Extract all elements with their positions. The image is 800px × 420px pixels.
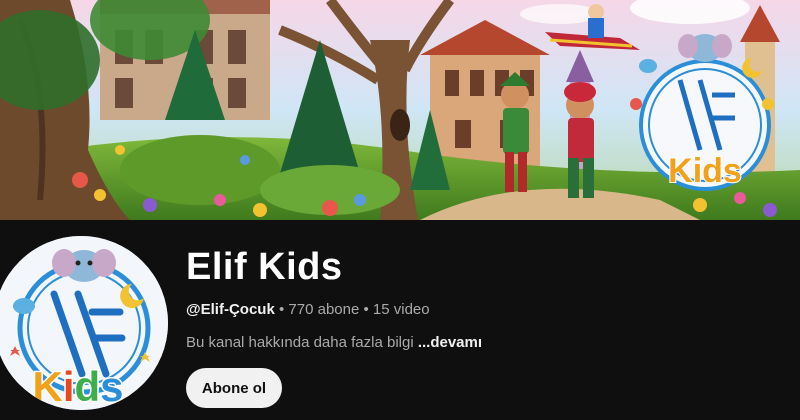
channel-name: Elif Kids	[186, 246, 343, 288]
description-text: Bu kanal hakkında daha fazla bilgi	[186, 334, 418, 351]
channel-description[interactable]: Bu kanal hakkında daha fazla bilgi ...de…	[186, 333, 482, 353]
channel-avatar[interactable]: Kids	[0, 236, 168, 410]
subscribe-button[interactable]: Abone ol	[186, 368, 282, 408]
channel-handle[interactable]: @Elif-Çocuk	[186, 301, 275, 318]
banner-illustration: Kids	[0, 0, 800, 220]
meta-separator: •	[359, 301, 373, 318]
svg-text:Kids: Kids	[32, 363, 123, 410]
meta-separator: •	[274, 301, 289, 318]
channel-meta: @Elif-Çocuk • 770 abone • 15 video	[186, 300, 430, 320]
video-count: 15 video	[372, 301, 430, 318]
svg-text:Kids: Kids	[668, 152, 742, 190]
channel-banner: Kids	[0, 0, 800, 220]
subscriber-count: 770 abone	[288, 301, 360, 318]
read-more-link[interactable]: ...devamı	[418, 334, 482, 351]
avatar-logo: Kids	[0, 236, 168, 410]
